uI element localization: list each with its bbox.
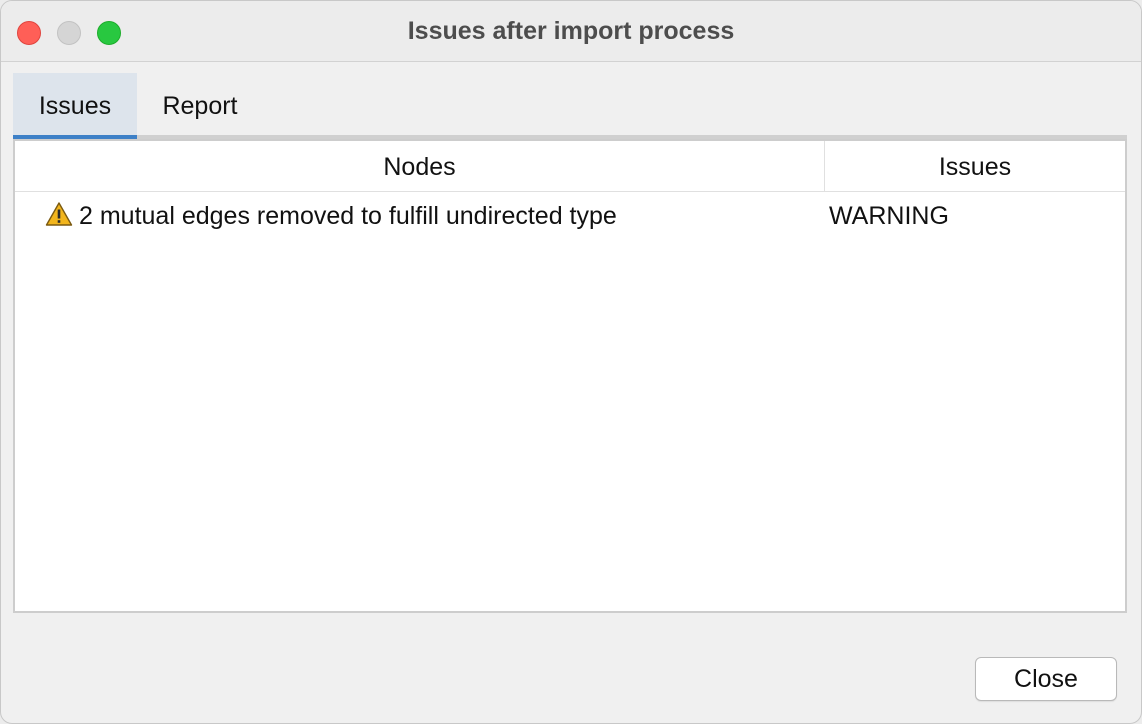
tab-bar: Issues Report (13, 73, 1127, 139)
warning-icon (45, 202, 73, 226)
issues-table: Nodes Issues 2 mutual edges removed to f… (13, 139, 1127, 613)
node-cell: 2 mutual edges removed to fulfill undire… (45, 192, 815, 240)
column-header-nodes[interactable]: Nodes (15, 141, 825, 191)
node-text: 2 mutual edges removed to fulfill undire… (79, 202, 617, 230)
window-title: Issues after import process (407, 17, 735, 45)
table-header: Nodes Issues (15, 141, 1125, 192)
table-row[interactable]: 2 mutual edges removed to fulfill undire… (15, 192, 1125, 240)
title-bar[interactable]: Issues after import process (1, 1, 1141, 62)
issue-cell: WARNING (829, 202, 949, 230)
tab-issues[interactable]: Issues (13, 73, 137, 139)
close-button[interactable]: Close (975, 657, 1117, 701)
issues-dialog: Issues after import process Issues Repor… (0, 0, 1142, 724)
column-header-issues[interactable]: Issues (825, 141, 1125, 191)
tab-report[interactable]: Report (137, 73, 263, 139)
